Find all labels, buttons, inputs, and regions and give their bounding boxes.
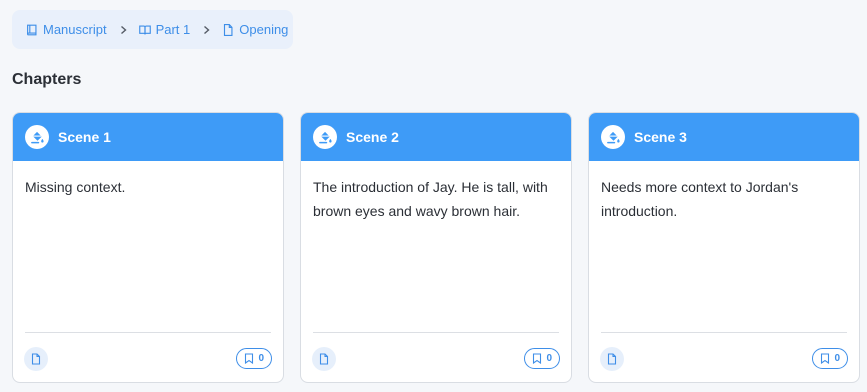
scene-card[interactable]: Scene 2 The introduction of Jay. He is t… [300, 112, 572, 383]
book-icon [27, 24, 37, 35]
breadcrumb-item-manuscript[interactable]: Manuscript [25, 22, 107, 37]
breadcrumb-item-opening[interactable]: Opening [221, 22, 288, 37]
card-description: Missing context. [25, 179, 126, 195]
bookmark-icon [245, 353, 254, 364]
card-header[interactable]: Scene 1 [13, 113, 283, 161]
section-title: Chapters [12, 71, 82, 88]
document-button[interactable] [600, 347, 624, 371]
bookmark-count-badge[interactable]: 0 [524, 348, 560, 369]
paint-bucket-icon [601, 125, 625, 149]
document-button[interactable] [24, 347, 48, 371]
book-open-icon [138, 24, 151, 34]
card-title: Scene 3 [634, 129, 687, 145]
bookmark-icon [821, 353, 830, 364]
bookmark-count: 0 [834, 353, 840, 364]
card-header[interactable]: Scene 2 [301, 113, 571, 161]
file-icon [319, 353, 329, 365]
chevron-right-icon [204, 25, 210, 34]
breadcrumb-label: Manuscript [43, 22, 107, 37]
breadcrumb: Manuscript Part 1 Opening [12, 10, 293, 49]
card-description: Needs more context to Jordan's introduct… [601, 179, 799, 219]
bookmark-count-badge[interactable]: 0 [812, 348, 848, 369]
breadcrumb-label: Part 1 [155, 22, 191, 37]
divider [313, 332, 559, 333]
divider [25, 332, 271, 333]
paint-bucket-icon [25, 125, 49, 149]
divider [601, 332, 847, 333]
card-header[interactable]: Scene 3 [589, 113, 859, 161]
bookmark-count: 0 [258, 353, 264, 364]
scene-card[interactable]: Scene 1 Missing context. 0 [12, 112, 284, 383]
chevron-right-icon [120, 25, 127, 34]
bookmark-icon [533, 353, 542, 364]
scene-card[interactable]: Scene 3 Needs more context to Jordan's i… [588, 112, 860, 383]
bookmark-count: 0 [546, 353, 552, 364]
bookmark-count-badge[interactable]: 0 [236, 348, 272, 369]
file-icon [31, 353, 41, 365]
breadcrumb-item-part-1[interactable]: Part 1 [138, 22, 191, 37]
breadcrumb-label: Opening [239, 22, 289, 37]
paint-bucket-icon [313, 125, 337, 149]
card-title: Scene 2 [346, 129, 399, 145]
card-title: Scene 1 [58, 129, 111, 145]
file-icon [224, 23, 233, 36]
file-icon [607, 353, 617, 365]
document-button[interactable] [312, 347, 336, 371]
card-description: The introduction of Jay. He is tall, wit… [313, 179, 548, 219]
